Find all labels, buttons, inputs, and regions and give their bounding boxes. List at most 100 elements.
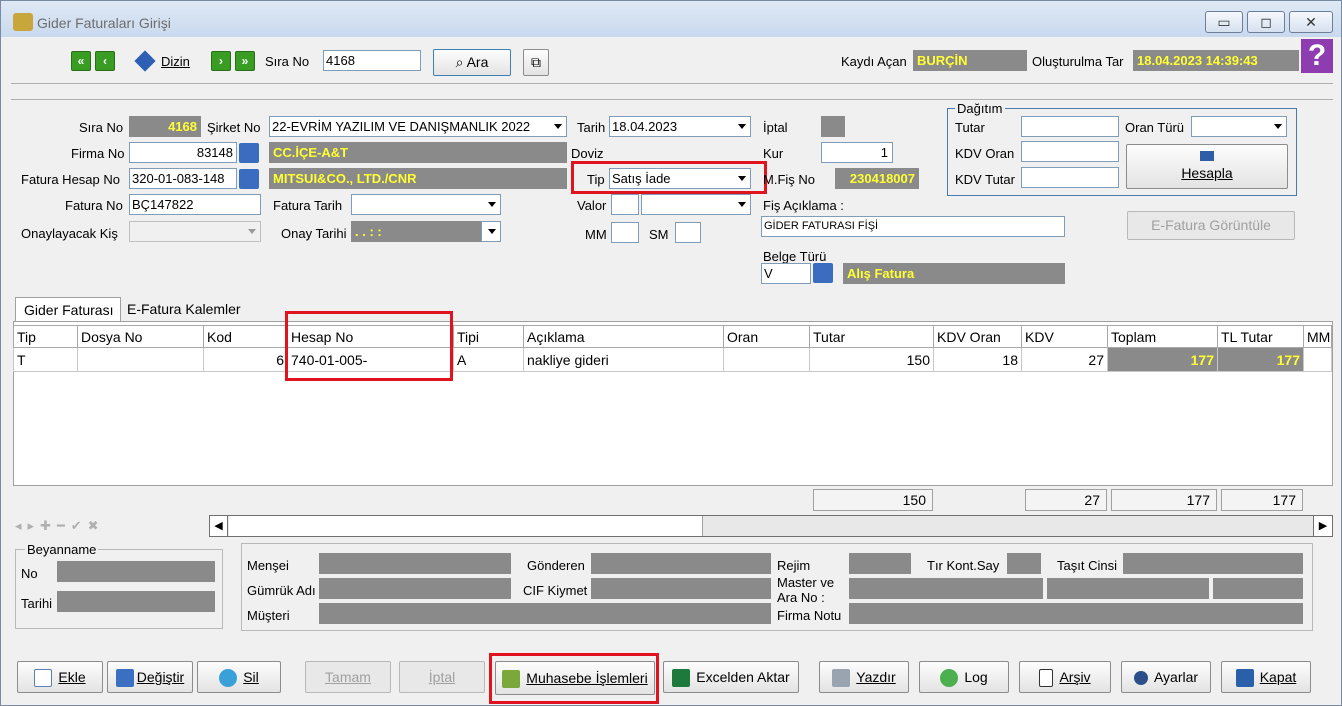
fis-aciklama-input[interactable]: GİDER FATURASI FİŞİ bbox=[761, 216, 1065, 237]
kaydi-acan-label: Kaydı Açan bbox=[841, 54, 907, 69]
minimize-button[interactable]: ▭ bbox=[1205, 11, 1243, 33]
cell-dosya[interactable] bbox=[77, 347, 204, 372]
table-row[interactable]: T 6 740-01-005- A nakliye gideri 150 18 … bbox=[13, 347, 1332, 372]
oran-turu-select[interactable] bbox=[1191, 116, 1287, 137]
tamam-button[interactable]: Tamam bbox=[305, 661, 391, 693]
sm-input[interactable] bbox=[675, 222, 701, 243]
hesapla-button[interactable]: Hesapla bbox=[1126, 144, 1288, 189]
cell-toplam[interactable]: 177 bbox=[1107, 347, 1218, 372]
column-header[interactable]: TL Tutar bbox=[1217, 325, 1304, 348]
fis-aciklama-label: Fiş Açıklama : bbox=[763, 198, 844, 213]
column-header[interactable]: Tip bbox=[13, 325, 78, 348]
kapat-button[interactable]: Kapat bbox=[1221, 661, 1311, 693]
close-button[interactable]: ✕ bbox=[1289, 11, 1333, 33]
prev-record-button[interactable]: ‹ bbox=[95, 51, 115, 71]
column-header[interactable]: KDV bbox=[1021, 325, 1108, 348]
column-header[interactable]: Kod bbox=[203, 325, 288, 348]
chevron-down-icon bbox=[1274, 124, 1282, 129]
cell-tutar[interactable]: 150 bbox=[809, 347, 934, 372]
cell-tip[interactable]: T bbox=[13, 347, 78, 372]
tab-e-fatura-kalemler[interactable]: E-Fatura Kalemler bbox=[127, 301, 241, 317]
lookup-icon[interactable] bbox=[239, 169, 259, 189]
cell-mm[interactable] bbox=[1303, 347, 1332, 372]
cell-aciklama[interactable]: nakliye gideri bbox=[523, 347, 724, 372]
grid-navigator[interactable]: ◂▸✚━✔✖ bbox=[15, 518, 105, 534]
cell-kdv[interactable]: 27 bbox=[1021, 347, 1108, 372]
iptal-button[interactable]: İptal bbox=[399, 661, 485, 693]
kur-input[interactable]: 1 bbox=[821, 142, 893, 163]
scroll-thumb[interactable] bbox=[229, 516, 703, 536]
lookup-icon[interactable] bbox=[813, 263, 833, 283]
mensei-value bbox=[319, 553, 511, 574]
sira-no-label: Sıra No bbox=[265, 54, 310, 69]
iptal-checkbox[interactable] bbox=[821, 116, 845, 137]
ara-button[interactable]: ⌕ Ara bbox=[433, 49, 511, 76]
arsiv-button[interactable]: Arşiv bbox=[1019, 661, 1111, 693]
belge-turu-input[interactable]: V bbox=[761, 263, 811, 284]
valor-input[interactable] bbox=[611, 194, 639, 215]
column-header[interactable]: Tutar bbox=[809, 325, 934, 348]
fatura-hesap-name: MITSUI&CO., LTD./CNR bbox=[269, 168, 567, 189]
first-record-button[interactable]: « bbox=[71, 51, 91, 71]
copy-button[interactable]: ⧉ bbox=[523, 49, 549, 76]
column-header[interactable]: Dosya No bbox=[77, 325, 204, 348]
sira-no-search-input[interactable]: 4168 bbox=[323, 50, 421, 71]
column-header[interactable]: KDV Oran bbox=[933, 325, 1022, 348]
column-header[interactable]: Toplam bbox=[1107, 325, 1218, 348]
cell-oran[interactable] bbox=[723, 347, 810, 372]
sirket-no-select[interactable]: 22-EVRİM YAZILIM VE DANIŞMANLIK 2022 bbox=[269, 116, 567, 137]
scroll-left-icon[interactable]: ◀ bbox=[210, 516, 228, 536]
cell-kdv-oran[interactable]: 18 bbox=[933, 347, 1022, 372]
onay-tarihi-value[interactable]: . . : : bbox=[351, 221, 481, 242]
fatura-no-label: Fatura No bbox=[65, 198, 123, 213]
ayarlar-button[interactable]: Ayarlar bbox=[1121, 661, 1211, 693]
excelden-aktar-button[interactable]: Excelden Aktar bbox=[663, 661, 799, 693]
cell-tipi[interactable]: A bbox=[453, 347, 524, 372]
column-header[interactable]: MM bbox=[1303, 325, 1332, 348]
yazdir-button[interactable]: Yazdır bbox=[819, 661, 909, 693]
column-header[interactable]: Oran bbox=[723, 325, 810, 348]
beyanname-no-value bbox=[57, 561, 215, 582]
log-button[interactable]: Log bbox=[919, 661, 1009, 693]
fatura-tarih-select[interactable] bbox=[351, 194, 501, 215]
beyanname-legend: Beyanname bbox=[25, 542, 99, 557]
last-record-button[interactable]: » bbox=[235, 51, 255, 71]
cell-tl-tutar[interactable]: 177 bbox=[1217, 347, 1304, 372]
efatura-goruntule-button[interactable]: E-Fatura Görüntüle bbox=[1127, 211, 1295, 240]
firma-no-input[interactable]: 83148 bbox=[129, 142, 237, 163]
scroll-right-icon[interactable]: ▶ bbox=[1313, 516, 1332, 536]
calculator-icon bbox=[1200, 151, 1214, 161]
gonderen-value bbox=[591, 553, 771, 574]
mm-label: MM bbox=[585, 227, 607, 242]
dizin-link[interactable]: Dizin bbox=[161, 54, 190, 69]
column-header[interactable]: Tipi bbox=[453, 325, 524, 348]
onaylayacak-select[interactable] bbox=[129, 221, 261, 242]
total-toplam: 177 bbox=[1111, 489, 1217, 511]
cell-kod[interactable]: 6 bbox=[203, 347, 288, 372]
kdv-oran-input[interactable] bbox=[1021, 141, 1119, 162]
sil-button[interactable]: Sil bbox=[197, 661, 281, 693]
kdv-tutar-input[interactable] bbox=[1021, 167, 1119, 188]
ekle-button[interactable]: Ekle bbox=[17, 661, 103, 693]
lookup-icon[interactable] bbox=[239, 143, 259, 163]
help-icon[interactable]: ? bbox=[1301, 39, 1333, 73]
column-header[interactable]: Açıklama bbox=[523, 325, 724, 348]
chevron-down-icon bbox=[488, 202, 496, 207]
fatura-hesap-input[interactable]: 320-01-083-148 bbox=[129, 168, 237, 189]
total-tutar: 150 bbox=[813, 489, 933, 511]
ara-no-value bbox=[1047, 578, 1209, 599]
mm-input[interactable] bbox=[611, 222, 639, 243]
divider bbox=[11, 83, 1333, 84]
onaylayacak-label: Onaylayacak Kiş bbox=[21, 226, 118, 241]
degistir-button[interactable]: Değiştir bbox=[107, 661, 193, 693]
maximize-button[interactable]: ◻ bbox=[1247, 11, 1285, 33]
dagitim-tutar-input[interactable] bbox=[1021, 116, 1119, 137]
next-record-button[interactable]: › bbox=[211, 51, 231, 71]
onay-tarihi-dropdown[interactable] bbox=[481, 221, 501, 242]
master-label: Master ve Ara No : bbox=[777, 575, 835, 605]
tarih-input[interactable]: 18.04.2023 bbox=[609, 116, 751, 137]
valor-select[interactable] bbox=[641, 194, 751, 215]
fatura-no-input[interactable]: BÇ147822 bbox=[129, 194, 261, 215]
tab-gider-faturasi[interactable]: Gider Faturası bbox=[15, 297, 121, 321]
fatura-hesap-label: Fatura Hesap No bbox=[21, 172, 120, 187]
